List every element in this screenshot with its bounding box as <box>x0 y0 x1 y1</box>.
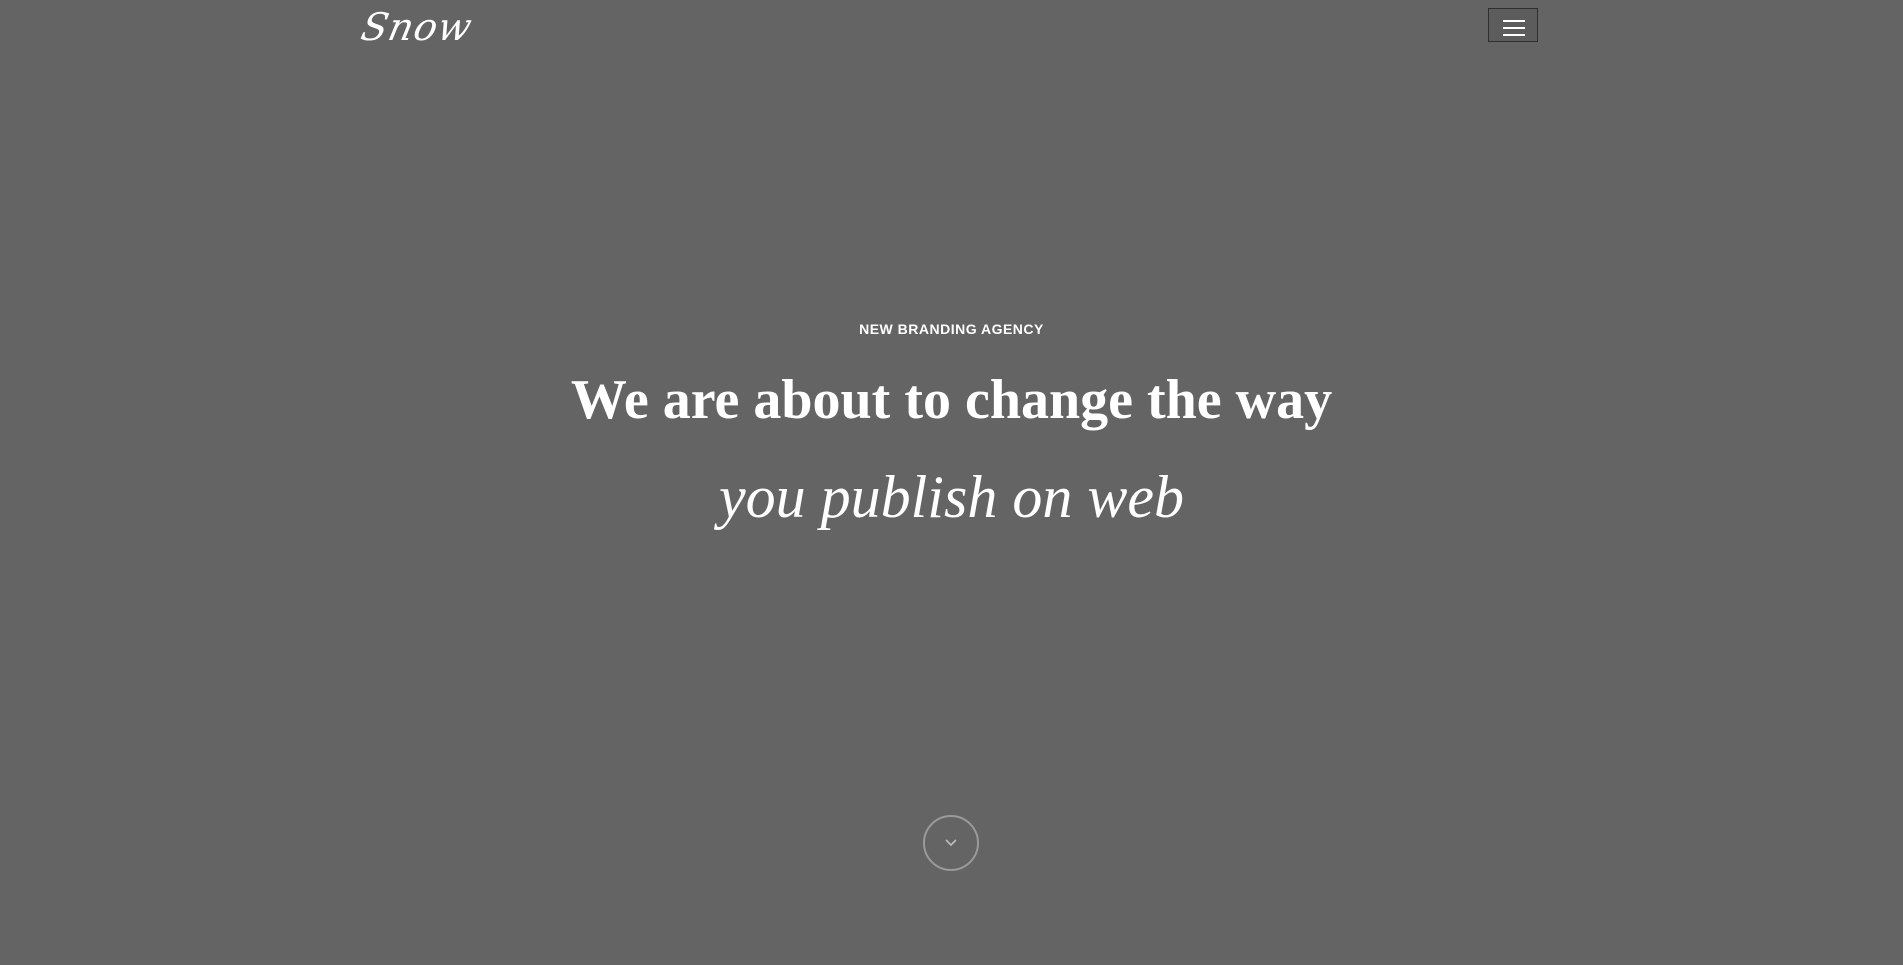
hero-kicker: NEW BRANDING AGENCY <box>859 321 1044 337</box>
menu-toggle-button[interactable] <box>1488 8 1538 42</box>
hero-subtitle: you publish on web <box>719 464 1184 530</box>
hamburger-menu-icon <box>1503 34 1525 36</box>
hamburger-menu-icon <box>1503 20 1525 22</box>
chevron-down-icon <box>945 839 957 847</box>
hero-title: We are about to change the way <box>570 369 1333 431</box>
site-logo[interactable]: Snow <box>357 2 478 52</box>
hamburger-menu-icon <box>1503 27 1525 29</box>
site-header: Snow <box>0 0 1903 60</box>
scroll-down-button[interactable] <box>923 815 979 871</box>
